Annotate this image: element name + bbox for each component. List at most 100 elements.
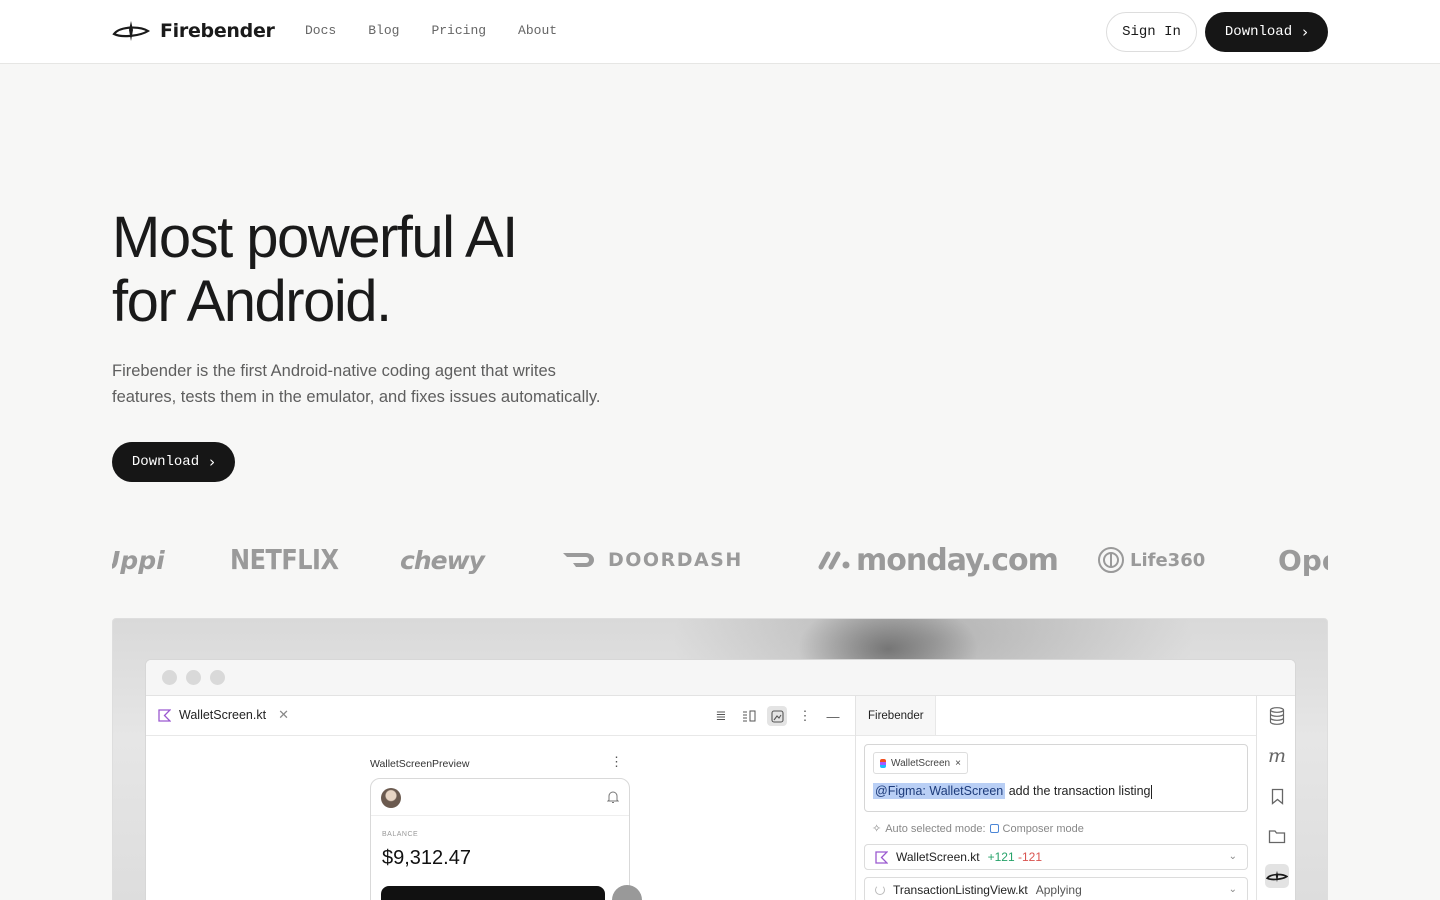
minimize-panel-icon[interactable]: — [823,706,843,726]
logo-openai: Ope [1278,543,1328,577]
nav-link-blog[interactable]: Blog [368,23,399,38]
logo-uppi: Uppi [112,545,165,575]
split-view-icon[interactable] [739,706,759,726]
brand-name: Firebender [160,20,275,42]
preview-label: WalletScreenPreview [370,758,470,770]
avatar [381,788,401,808]
nav-links: Docs Blog Pricing About [305,23,557,38]
changed-file-name: WalletScreen.kt [896,850,980,864]
nav-download-button[interactable]: Download › [1205,12,1328,52]
bell-icon [607,791,619,803]
hero-title-line2: for Android. [112,269,392,334]
doordash-icon [563,553,594,567]
monday-icon [818,551,850,570]
window-minimize-dot [186,670,201,685]
nav-link-pricing[interactable]: Pricing [431,23,486,38]
design-view-icon[interactable] [767,706,787,726]
tool-rail: m [1256,696,1295,900]
chevron-down-icon[interactable]: ⌄ [1229,884,1237,895]
hero-subtitle: Firebender is the first Android-native c… [112,358,652,410]
mode-prefix: Auto selected mode: [885,822,986,835]
preview-more-icon[interactable]: ⋮ [610,754,623,770]
applying-file-row[interactable]: TransactionListingView.kt Applying ⌄ [864,877,1248,900]
bookmark-icon[interactable] [1265,784,1289,808]
prompt-body: add the transaction listing [1005,784,1151,798]
firebender-agent-glyph [1266,870,1288,882]
chevron-down-icon[interactable]: ⌄ [1229,851,1237,862]
top-nav: Firebender Docs Blog Pricing About Sign … [0,0,1440,64]
bookmark-glyph [1271,788,1283,805]
brand-logo-link[interactable]: Firebender [112,18,275,44]
chevron-right-icon: › [1302,22,1309,41]
life360-icon [1098,547,1124,573]
memory-icon[interactable]: m [1265,744,1289,768]
code-view-icon[interactable]: ≣ [711,706,731,726]
hero-download-button[interactable]: Download › [112,442,235,482]
sparkle-icon: ✧ [872,823,882,835]
balance-label: BALANCE [382,831,419,838]
agent-tab[interactable]: Firebender [856,696,936,736]
prompt-input[interactable]: WalletScreen × @Figma: WalletScreen add … [864,744,1248,812]
ide-window: WalletScreen.kt ✕ ≣ ⋮ — WalletScreenPrev… [145,659,1296,900]
customer-logos: Uppi NETFLIX chewy DOORDASH monday.com L… [112,530,1328,590]
chip-close-icon[interactable]: × [955,758,961,769]
phone-primary-button [381,886,605,900]
hero-subtitle-line2: features, tests them in the emulator, an… [112,388,601,406]
product-screenshot: WalletScreen.kt ✕ ≣ ⋮ — WalletScreenPrev… [112,618,1328,900]
window-titlebar [146,660,1295,696]
lines-removed: -121 [1017,850,1042,864]
folder-icon[interactable] [1265,824,1289,848]
applying-file-name: TransactionListingView.kt [893,883,1028,897]
lines-added: +121 [987,850,1015,864]
logo-chewy: chewy [400,545,485,575]
context-chip[interactable]: WalletScreen × [873,752,968,774]
context-chip-label: WalletScreen [891,757,951,769]
logo-monday: monday.com [818,530,1059,590]
mode-value[interactable]: Composer mode [1003,823,1084,835]
close-tab-icon[interactable]: ✕ [278,707,289,723]
applying-status: Applying [1035,883,1082,897]
editor-toolbar: ≣ ⋮ — [711,706,843,726]
agent-tabline [936,696,1256,736]
kotlin-file-icon [875,850,888,864]
design-view-glyph [770,709,784,723]
hero-download-label: Download [131,454,200,470]
window-close-dot [162,670,177,685]
split-view-glyph [743,710,756,722]
hero-title: Most powerful AI for Android. [112,206,712,334]
firebender-agent-icon[interactable] [1265,864,1289,888]
editor-pane: WalletScreen.kt ✕ ≣ ⋮ — WalletScreenPrev… [146,696,856,900]
phone-preview: BALANCE $9,312.47 [370,778,630,900]
chevron-right-icon: › [209,452,216,471]
composer-mode-icon [989,824,999,833]
hero-subtitle-line1: Firebender is the first Android-native c… [112,362,556,380]
agent-pane: Firebender WalletScreen × @Figma: Wallet… [856,696,1256,900]
editor-tabbar: WalletScreen.kt ✕ ≣ ⋮ — [146,696,855,736]
file-tab-walletscreen[interactable]: WalletScreen.kt ✕ [158,707,289,723]
database-icon[interactable] [1265,704,1289,728]
kotlin-file-icon [158,708,171,722]
file-tab-label: WalletScreen.kt [179,708,267,722]
nav-download-label: Download [1224,24,1293,40]
nav-link-about[interactable]: About [518,23,557,38]
mode-indicator: ✧ Auto selected mode: Composer mode [872,822,1084,836]
logo-netflix: NETFLIX [230,543,339,577]
changed-file-row[interactable]: WalletScreen.kt +121 -121 ⌄ [864,844,1248,870]
loading-spinner-icon [875,885,885,895]
text-caret [1151,784,1153,799]
figma-icon [880,758,886,768]
firebender-logo-icon [112,21,150,41]
logo-life360: Life360 [1097,530,1205,590]
phone-app-bar [371,779,629,816]
sign-in-button[interactable]: Sign In [1106,12,1197,52]
database-glyph [1269,707,1285,725]
window-maximize-dot [210,670,225,685]
figma-mention: @Figma: WalletScreen [873,783,1006,799]
folder-glyph [1268,829,1286,843]
nav-link-docs[interactable]: Docs [305,23,336,38]
more-options-icon[interactable]: ⋮ [795,706,815,726]
prompt-text: @Figma: WalletScreen add the transaction… [873,783,1153,799]
hero-title-line1: Most powerful AI [112,205,518,270]
logo-doordash: DOORDASH [562,530,743,590]
balance-value: $9,312.47 [382,847,471,869]
